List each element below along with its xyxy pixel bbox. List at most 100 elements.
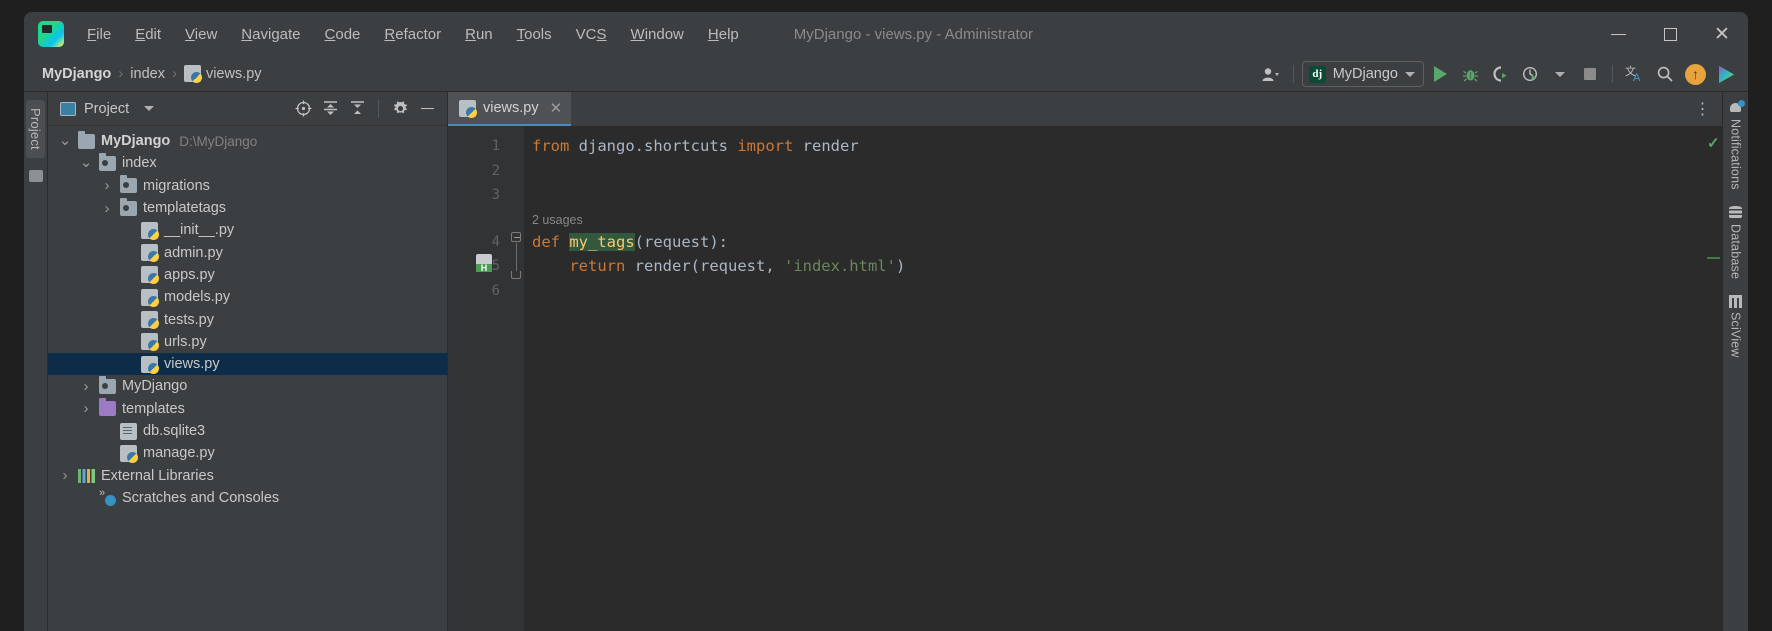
stop-button[interactable] xyxy=(1576,60,1604,88)
tree-node-label: Scratches and Consoles xyxy=(122,489,280,506)
chevron-right-icon[interactable]: › xyxy=(100,177,114,194)
expand-all-button[interactable] xyxy=(318,97,342,121)
collapse-all-button[interactable] xyxy=(345,97,369,121)
html-reference-gutter-icon[interactable]: H xyxy=(476,254,496,273)
run-button[interactable] xyxy=(1426,60,1454,88)
python-file-icon xyxy=(141,266,159,285)
run-config-dropdown-button[interactable] xyxy=(1546,60,1574,88)
tree-node-urls-py[interactable]: urls.py xyxy=(48,331,447,353)
database-icon xyxy=(1729,205,1742,220)
tree-node---init---py[interactable]: __init__.py xyxy=(48,219,447,241)
debug-button[interactable] xyxy=(1456,60,1484,88)
breadcrumb-item-views-py[interactable]: views.py xyxy=(180,63,266,84)
minimize-button[interactable] xyxy=(1592,12,1644,56)
tree-node-admin-py[interactable]: admin.py xyxy=(48,241,447,263)
tool-window-button-notifications[interactable]: Notifications xyxy=(1729,100,1745,190)
code-line-6[interactable] xyxy=(524,279,1706,304)
menu-item-file[interactable]: File xyxy=(76,22,122,47)
search-everywhere-button[interactable] xyxy=(1651,60,1679,88)
python-file-icon xyxy=(141,333,159,352)
project-tree[interactable]: ⌄ MyDjango D:\MyDjango ⌄ index › migrations › te… xyxy=(48,126,447,631)
tree-node-db-sqlite3[interactable]: db.sqlite3 xyxy=(48,420,447,442)
plugin-button[interactable] xyxy=(1712,60,1740,88)
menu-item-run[interactable]: Run xyxy=(454,22,504,47)
tree-node-models-py[interactable]: models.py xyxy=(48,286,447,308)
editor-tab-label: views.py xyxy=(483,100,539,116)
tree-node-mydjango[interactable]: ⌄ MyDjango D:\MyDjango xyxy=(48,130,447,152)
tree-node-mydjango[interactable]: › MyDjango xyxy=(48,375,447,397)
menu-item-tools[interactable]: Tools xyxy=(506,22,563,47)
select-opened-file-button[interactable] xyxy=(291,97,315,121)
code-line-5[interactable]: return render(request, 'index.html') xyxy=(524,254,1706,279)
line-number: 2 xyxy=(491,162,500,179)
run-with-profiler-button[interactable] xyxy=(1486,60,1514,88)
inlay-hint-usages[interactable]: 2 usages xyxy=(524,208,1706,230)
fold-collapse-icon[interactable] xyxy=(511,232,521,242)
tree-node-index[interactable]: ⌄ index xyxy=(48,152,447,174)
settings-button[interactable] xyxy=(388,97,412,121)
code-line-2[interactable] xyxy=(524,159,1706,184)
menu-item-window[interactable]: Window xyxy=(620,22,695,47)
menu-item-navigate[interactable]: Navigate xyxy=(230,22,311,47)
run-configuration-selector[interactable]: dj MyDjango xyxy=(1301,61,1424,87)
chevron-right-icon[interactable]: › xyxy=(100,200,114,217)
tree-node-migrations[interactable]: › migrations xyxy=(48,175,447,197)
code-text[interactable]: from django.shortcuts import render 2 us… xyxy=(524,126,1706,631)
chevron-right-icon[interactable]: › xyxy=(58,467,72,484)
more-options-icon[interactable]: ⋮ xyxy=(1690,92,1716,126)
checkmark-ok-icon[interactable]: ✓ xyxy=(1707,134,1720,152)
bug-icon xyxy=(1462,69,1478,81)
editor-tab-views-py[interactable]: views.py ✕ xyxy=(448,92,572,126)
tree-node-manage-py[interactable]: manage.py xyxy=(48,442,447,464)
tree-node-external-libraries[interactable]: › External Libraries xyxy=(48,464,447,486)
breadcrumb-item-mydjango[interactable]: MyDjango xyxy=(38,64,115,84)
maximize-button[interactable] xyxy=(1644,12,1696,56)
error-stripe-marker-bar[interactable]: ✓ xyxy=(1706,126,1722,631)
hide-panel-button[interactable] xyxy=(415,97,439,121)
code-editor[interactable]: 1 H 23456 from django.shortcuts import r… xyxy=(448,126,1722,631)
fold-column[interactable] xyxy=(508,126,524,631)
tree-node-templates[interactable]: › templates xyxy=(48,398,447,420)
tree-node-apps-py[interactable]: apps.py xyxy=(48,264,447,286)
tree-node-scratches-and-consoles[interactable]: Scratches and Consoles xyxy=(48,487,447,509)
collapse-all-icon xyxy=(350,101,364,114)
tool-window-button-project[interactable]: Project xyxy=(26,100,45,158)
chevron-down-icon xyxy=(1405,71,1415,77)
tree-node-views-py[interactable]: views.py xyxy=(48,352,447,376)
tree-node-templatetags[interactable]: › templatetags xyxy=(48,197,447,219)
close-icon[interactable]: ✕ xyxy=(550,99,563,117)
menu-item-refactor[interactable]: Refactor xyxy=(373,22,452,47)
menu-item-vcs[interactable]: VCS xyxy=(565,22,618,47)
tree-node-tests-py[interactable]: tests.py xyxy=(48,308,447,330)
project-view-dropdown[interactable] xyxy=(137,97,161,121)
menu-item-code[interactable]: Code xyxy=(314,22,372,47)
chevron-right-icon[interactable]: › xyxy=(79,400,93,417)
chevron-down-icon[interactable]: ⌄ xyxy=(58,133,72,148)
tool-window-button-database[interactable]: Database xyxy=(1729,205,1743,279)
run-with-coverage-button[interactable] xyxy=(1516,60,1544,88)
tool-window-button-sciview[interactable]: SciView xyxy=(1729,294,1743,357)
user-account-button[interactable] xyxy=(1257,60,1285,88)
python-file-icon xyxy=(141,311,159,330)
structure-icon[interactable] xyxy=(28,169,43,182)
code-line-1[interactable]: from django.shortcuts import render xyxy=(524,134,1706,159)
project-panel-header: Project xyxy=(48,92,447,126)
code-line-3[interactable] xyxy=(524,183,1706,208)
menu-item-help[interactable]: Help xyxy=(697,22,750,47)
menu-item-edit[interactable]: Edit xyxy=(124,22,172,47)
breadcrumb-item-index[interactable]: index xyxy=(126,64,169,84)
code-token: render xyxy=(802,137,859,155)
chevron-down-icon xyxy=(1555,71,1565,77)
editor-tab-bar: views.py ✕ ⋮ xyxy=(448,92,1722,126)
tree-node-label: migrations xyxy=(143,177,210,194)
code-line-4[interactable]: def my_tags(request): xyxy=(524,230,1706,255)
python-file-icon xyxy=(120,444,138,463)
close-button[interactable]: ✕ xyxy=(1696,12,1748,56)
menu-item-view[interactable]: View xyxy=(174,22,228,47)
update-button[interactable]: ↑ xyxy=(1681,60,1710,88)
chevron-down-icon[interactable]: ⌄ xyxy=(79,155,93,170)
translate-button[interactable]: 文 A xyxy=(1621,60,1649,88)
chevron-right-icon[interactable]: › xyxy=(79,378,93,395)
tree-node-label: templates xyxy=(122,400,185,417)
